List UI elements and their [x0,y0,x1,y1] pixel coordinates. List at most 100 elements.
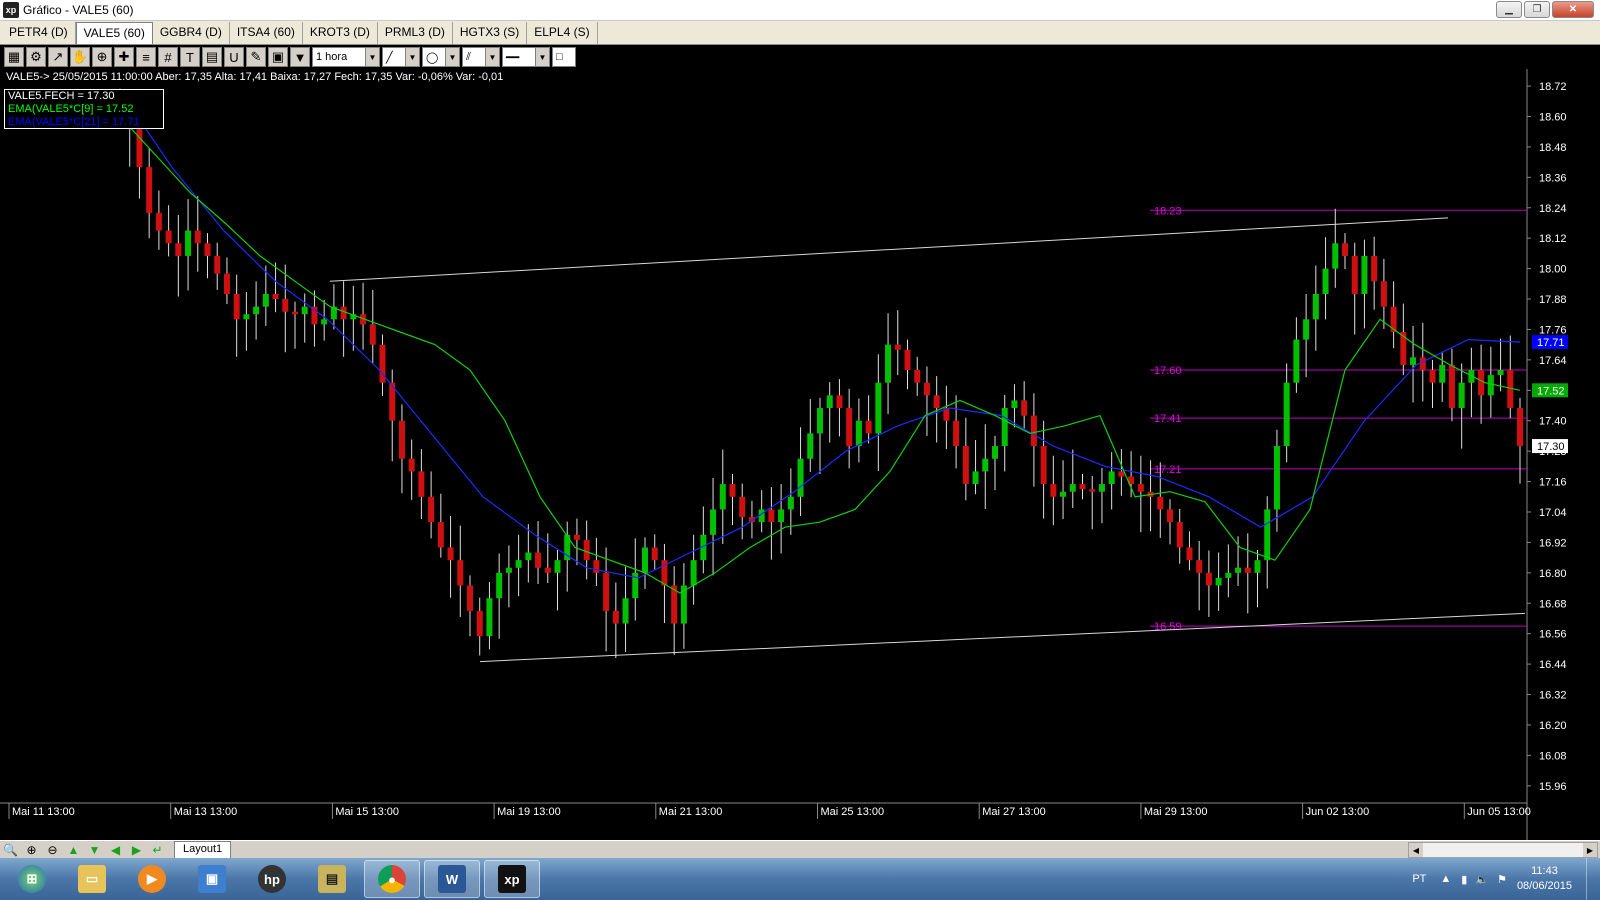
legend-entry: VALE5.FECH = 17.30 [8,90,115,102]
chart-area[interactable]: 18.72 18.60 18.48 18.36 18.24 18.12 18.00 17.88… [0,69,1600,840]
interval-select[interactable]: 1 hora ▼ [312,47,380,67]
tab-vale5-60[interactable]: VALE5 (60) [75,22,153,44]
clock[interactable]: 11:43 08/06/2015 [1517,864,1572,894]
clock-time: 11:43 [1531,865,1558,877]
title-bar: xp Gráfico - VALE5 (60) ▁ ❐ ✕ [0,0,1600,21]
y-tick-label: 16.32 [1539,690,1567,702]
tab-krot3-d[interactable]: KROT3 (D) [303,22,378,44]
line-style-select[interactable]: ╱ ▼ [382,47,420,67]
channel-select[interactable]: ⫽ ▼ [462,47,500,67]
color-swatch-icon: □ [556,51,563,63]
candle-body [690,560,697,586]
crosshair-icon[interactable]: ✚ [114,47,134,67]
trash-icon[interactable]: ▣ [268,47,288,67]
candle-body [904,349,911,371]
clipboard-app-icon[interactable]: ▤ [304,860,360,898]
magnet-icon[interactable]: U [224,47,244,67]
shape-select[interactable]: ◯ ▼ [422,47,460,67]
candle-body [437,522,444,548]
y-tick-label: 15.96 [1539,781,1567,793]
chrome-icon[interactable]: ● [364,860,420,898]
system-tray: PT ▲ ▮ 🔈 ⚑ 11:43 08/06/2015 [1412,858,1600,900]
filter-icon[interactable]: ▼ [290,47,310,67]
candle-body [768,509,775,523]
x-tick-label: Mai 13 13:00 [174,806,238,818]
candle-body [194,230,201,244]
arrow-down-icon[interactable]: ▼ [84,842,105,858]
hp-icon[interactable]: hp [244,860,300,898]
layout-tab[interactable]: Layout1 [174,840,232,859]
volume-icon[interactable]: 🔈 [1475,873,1489,886]
chevron-down-icon: ▼ [365,48,379,66]
start-orb-icon[interactable]: ⊞ [4,860,60,898]
text-icon[interactable]: T [180,47,200,67]
arrow-up-icon[interactable]: ▲ [63,842,84,858]
language-indicator[interactable]: PT [1412,873,1426,885]
explorer-folder-icon[interactable]: ▭ [64,860,120,898]
media-player-icon[interactable]: ▶ [124,860,180,898]
candle-body [1458,382,1465,409]
candle-body [1196,560,1203,573]
fibonacci-icon[interactable]: ≡ [136,47,156,67]
action-center-icon[interactable]: ⚑ [1497,873,1507,886]
tab-elpl4-s[interactable]: ELPL4 (S) [527,22,598,44]
xp-app-icon[interactable]: xp [484,860,540,898]
y-tick-label: 17.04 [1539,507,1567,519]
tab-hgtx3-s[interactable]: HGTX3 (S) [453,22,528,44]
calculator-icon[interactable]: ▤ [202,47,222,67]
chevron-down-icon: ▼ [535,48,549,66]
candle-body [155,212,162,231]
candle-body [204,243,211,256]
scroll-left-icon[interactable]: ◀ [1409,843,1423,857]
arrow-return-icon[interactable]: ↵ [147,842,168,858]
candle-body [253,306,260,315]
candle-body [817,408,823,434]
zoom-icon[interactable]: 🔍 [0,842,21,858]
line-width-select[interactable]: ━━ ▼ [502,47,550,67]
candle-body [612,610,619,624]
word-icon[interactable]: W [424,860,480,898]
zoom-out-icon[interactable]: ⊖ [42,842,63,858]
zoom-in-icon[interactable]: ⊕ [21,842,42,858]
candle-body [1098,484,1105,492]
arrow-left-icon[interactable]: ◀ [105,842,126,858]
scroll-right-icon[interactable]: ▶ [1583,843,1597,857]
show-desktop-button[interactable] [1586,858,1600,900]
candle-body [1157,496,1164,510]
candle-body [301,306,308,315]
candle-body [146,167,153,213]
network-icon[interactable]: ▮ [1461,873,1467,886]
tab-ggbr4-d[interactable]: GGBR4 (D) [153,22,230,44]
y-tick-label: 18.12 [1539,233,1567,245]
eraser-icon[interactable]: ✎ [246,47,266,67]
candle-body [1342,243,1348,256]
price-badge-label: 17.30 [1537,441,1565,453]
color-select[interactable]: □ [552,47,576,67]
candle-body [642,547,648,573]
price-chart[interactable]: 18.72 18.60 18.48 18.36 18.24 18.12 18.00 17.88… [0,69,1600,840]
tab-petr4-d[interactable]: PETR4 (D) [2,22,76,44]
x-tick-label: Jun 05 13:00 [1467,806,1531,818]
close-button[interactable]: ✕ [1552,1,1594,18]
remote-desktop-icon[interactable]: ▣ [184,860,240,898]
zoom-icon[interactable]: ⊕ [92,47,112,67]
candle-body [554,560,561,573]
restore-button[interactable]: ❐ [1524,1,1550,18]
horizontal-scrollbar[interactable]: ◀ ▶ [1408,842,1598,858]
arrow-right-icon[interactable]: ▶ [126,842,147,858]
tab-prml3-d[interactable]: PRML3 (D) [378,22,453,44]
hand-pan-icon[interactable]: ✋ [70,47,90,67]
candle-body [593,560,600,573]
ema9-line [119,116,1521,594]
line-tool-icon[interactable]: ↗ [48,47,68,67]
tray-expand-icon[interactable]: ▲ [1440,873,1451,885]
ohlc-info-line: VALE5-> 25/05/2015 11:00:00 Aber: 17,35 … [6,71,504,83]
candle-body [457,560,464,586]
candle-body [982,458,989,472]
settings-gear-icon[interactable]: ⚙ [26,47,46,67]
candle-body [1351,255,1358,294]
minimize-button[interactable]: ▁ [1496,1,1522,18]
chart-type-icon[interactable]: ▦ [4,47,24,67]
tab-itsa4-60[interactable]: ITSA4 (60) [230,22,303,44]
grid-icon[interactable]: # [158,47,178,67]
